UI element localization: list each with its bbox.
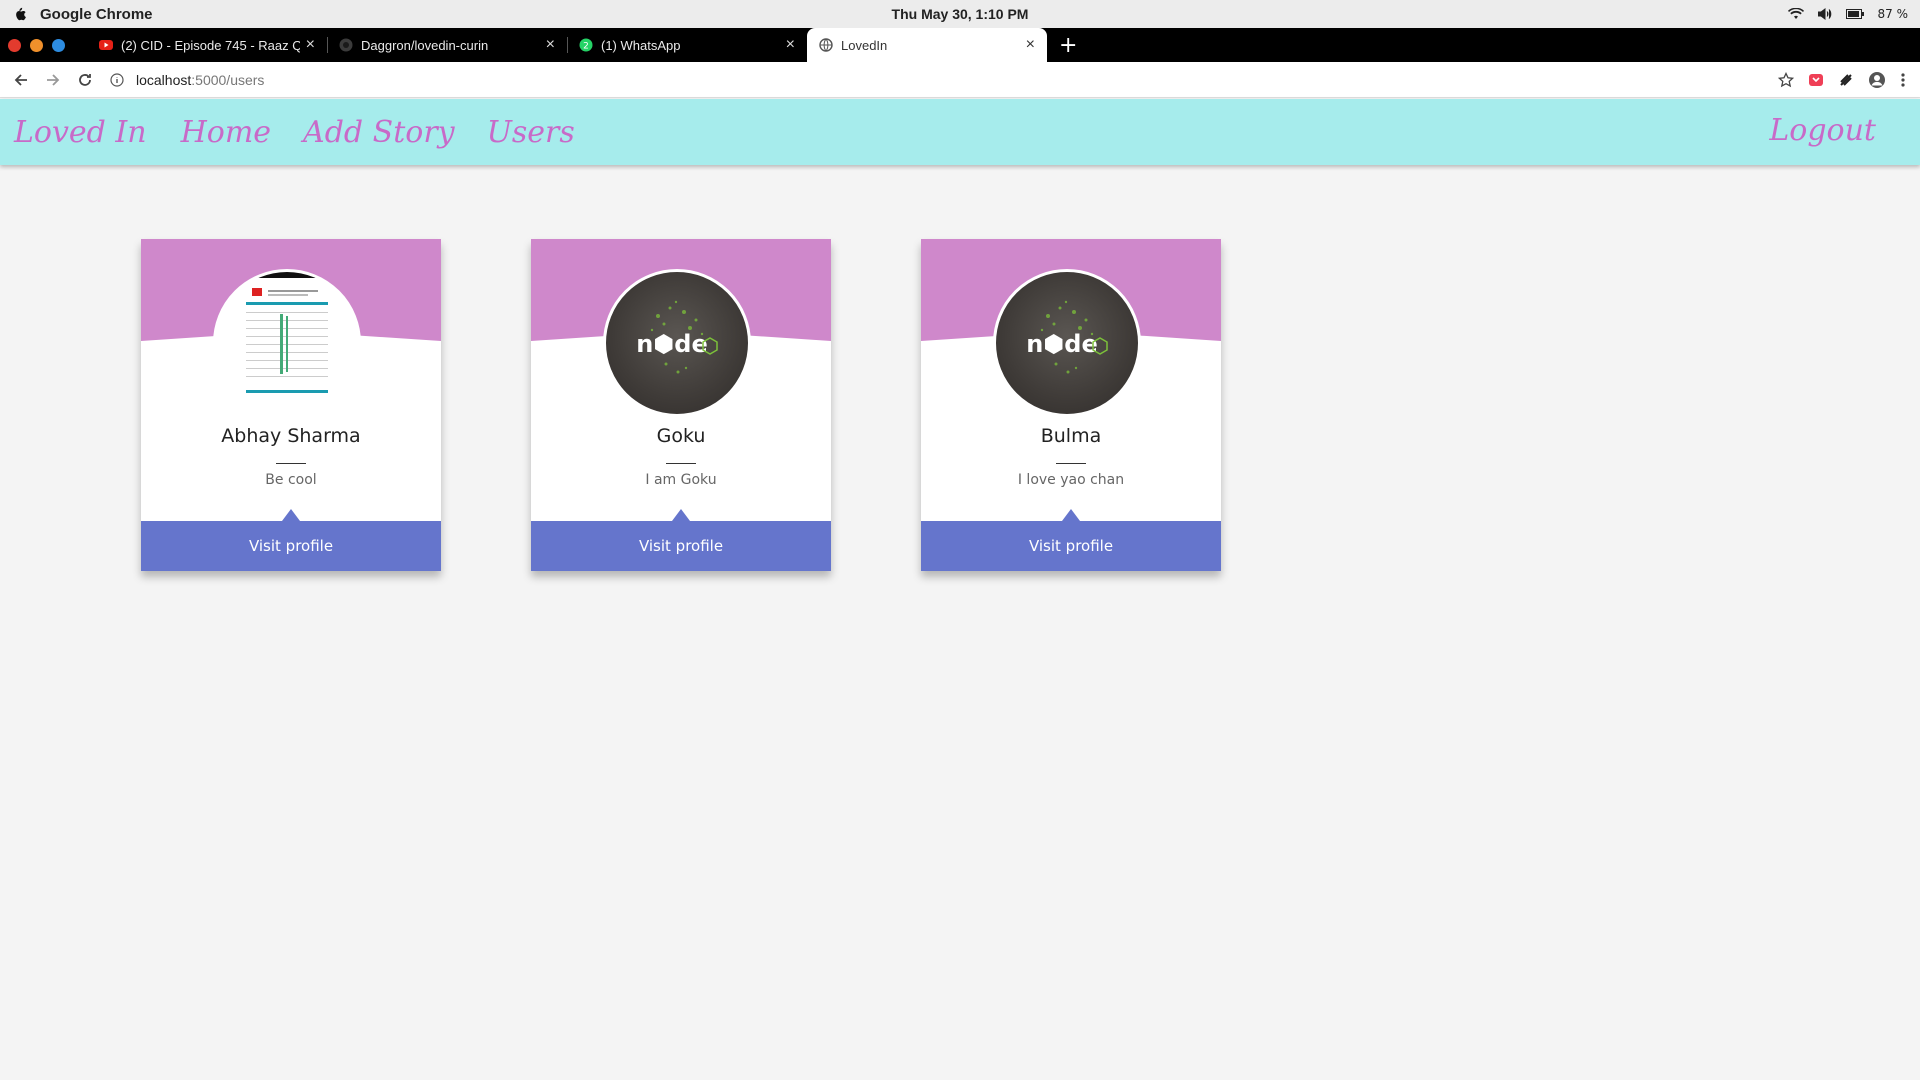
browser-toolbar: localhost:5000/users [0,62,1920,98]
whatsapp-icon: 2 [579,38,593,52]
wifi-icon[interactable] [1787,8,1804,20]
user-bio: Be cool [265,472,317,488]
extension-icon[interactable] [1838,72,1854,88]
nodejs-logo-image: n⬢de [636,300,718,374]
visit-profile-button[interactable]: Visit profile [531,509,831,571]
youtube-icon [99,38,113,52]
user-avatar[interactable] [213,269,361,417]
close-tab-icon[interactable]: × [546,36,555,54]
arrow-right-icon [47,73,60,86]
globe-icon [819,38,833,52]
apple-icon[interactable] [10,5,28,23]
user-card: n⬢de Goku I am Goku Visit profile [531,239,831,571]
active-app-name[interactable]: Google Chrome [40,6,153,23]
profile-avatar-icon[interactable] [1868,71,1886,89]
visit-profile-button[interactable]: Visit profile [141,509,441,571]
user-name: Bulma [1040,425,1102,447]
tab-title: (1) WhatsApp [601,37,681,53]
divider [276,463,306,464]
tab-title: (2) CID - Episode 745 - Raaz Qatil Ki Ma… [121,37,300,53]
pocket-extension-icon[interactable] [1808,72,1824,88]
url-host: localhost [136,71,192,88]
system-clock[interactable]: Thu May 30, 1:10 PM [892,6,1029,22]
battery-percentage: 87 % [1877,7,1909,21]
browser-tab[interactable]: 2 (1) WhatsApp × [567,28,807,62]
forward-button[interactable] [42,69,64,91]
nodejs-logo-image: n⬢de [1026,300,1108,374]
svg-text:n⬢de: n⬢de [636,330,708,358]
document-thumbnail-image [216,272,358,414]
arrow-left-icon [14,73,27,86]
user-card: Abhay Sharma Be cool Visit profile [141,239,441,571]
close-window-button[interactable] [8,38,21,52]
close-tab-icon[interactable]: × [1026,36,1035,54]
divider [666,463,696,464]
browser-tab-strip: (2) CID - Episode 745 - Raaz Qatil Ki Ma… [0,28,1920,62]
url-path: :5000/users [191,71,265,88]
browser-tab[interactable]: (2) CID - Episode 745 - Raaz Qatil Ki Ma… [87,28,327,62]
tab-title: Daggron/lovedin-curin [361,37,489,53]
nav-link-users[interactable]: Users [487,115,575,150]
minimize-window-button[interactable] [30,38,43,52]
logout-link[interactable]: Logout [1769,113,1876,148]
new-tab-button[interactable]: + [1059,33,1077,58]
reload-button[interactable] [74,69,96,91]
window-controls [0,38,65,52]
volume-icon[interactable] [1817,8,1832,20]
close-tab-icon[interactable]: × [786,36,795,54]
svg-text:2: 2 [583,42,589,52]
bookmark-star-icon[interactable] [1778,71,1794,88]
visit-profile-button[interactable]: Visit profile [921,509,1221,571]
os-menu-bar: Google Chrome Thu May 30, 1:10 PM 87 % [0,0,1920,28]
browser-tab[interactable]: Daggron/lovedin-curin × [327,28,567,62]
user-name: Goku [656,425,706,447]
user-avatar[interactable]: n⬢de [603,269,751,417]
nav-link-home[interactable]: Home [181,115,271,150]
tab-title: LovedIn [841,37,888,53]
browser-tab-active[interactable]: LovedIn × [807,28,1047,62]
close-tab-icon[interactable]: × [306,36,315,54]
user-bio: I love yao chan [1017,472,1125,488]
reload-icon [79,73,91,86]
more-menu-icon[interactable] [1900,72,1906,88]
nav-link-add-story[interactable]: Add Story [303,115,455,150]
user-avatar[interactable]: n⬢de [993,269,1141,417]
brand-logo-link[interactable]: Loved In [14,115,147,150]
app-navbar: Loved In Home Add Story Users Logout [0,99,1920,165]
back-button[interactable] [10,69,32,91]
address-bar[interactable]: localhost:5000/users [110,66,1778,94]
divider [1056,463,1086,464]
maximize-window-button[interactable] [52,38,65,52]
svg-text:n⬢de: n⬢de [1026,330,1098,358]
user-card: n⬢de Bulma I love yao chan Visit profile [921,239,1221,571]
battery-icon[interactable] [1845,9,1864,19]
github-icon [339,38,353,52]
info-icon[interactable] [110,72,124,87]
user-bio: I am Goku [645,472,717,488]
user-name: Abhay Sharma [221,425,361,447]
